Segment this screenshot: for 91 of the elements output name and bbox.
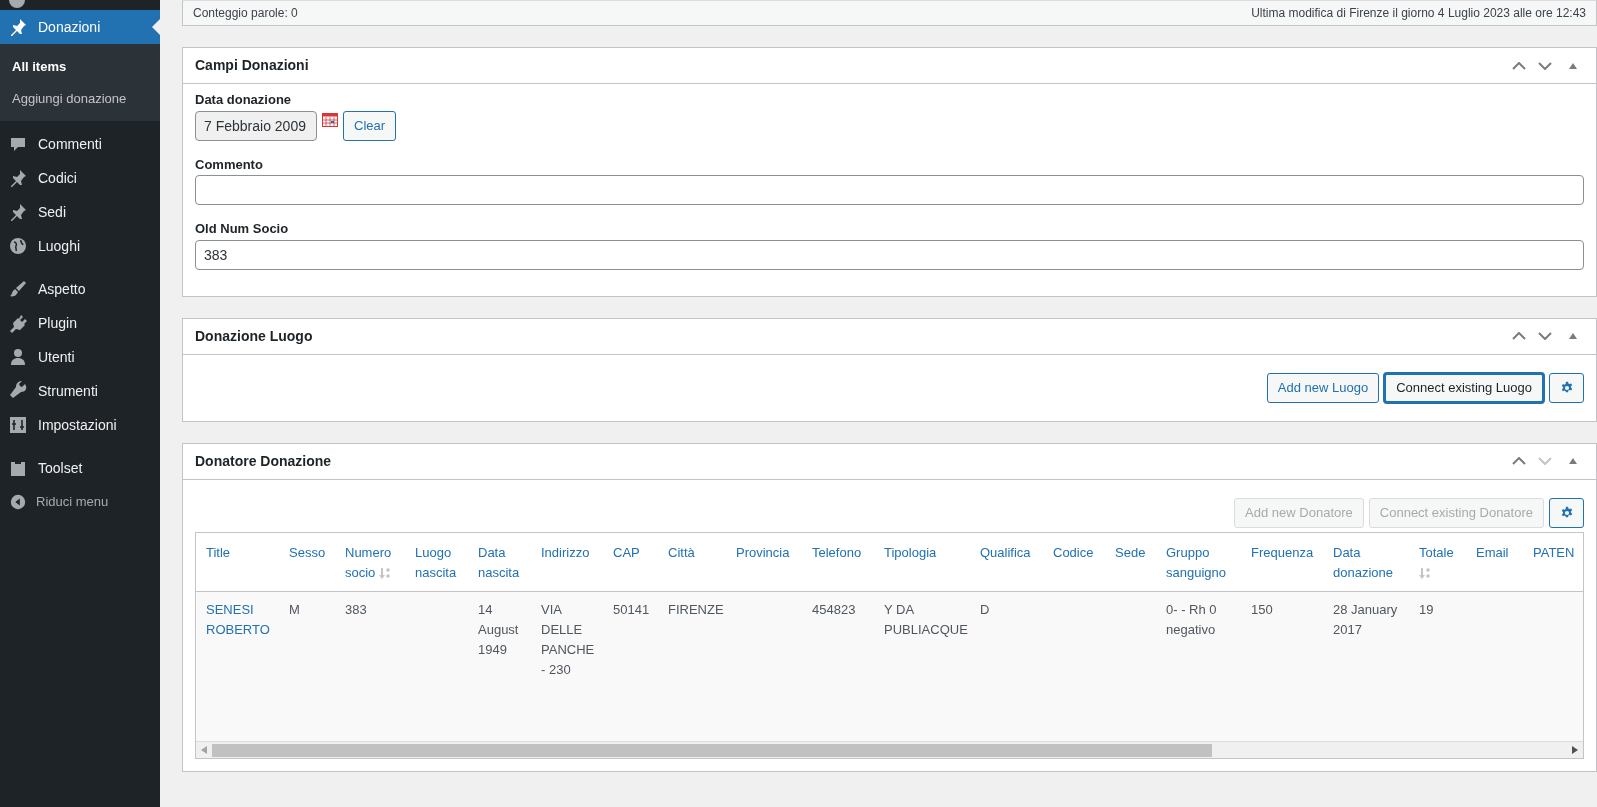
sidebar-item[interactable]: Plugin — [0, 306, 160, 340]
meta-box-title: Donatore Donazione — [195, 451, 333, 471]
column-header[interactable]: Gruppo sanguigno — [1156, 532, 1241, 591]
sidebar-item[interactable]: Utenti — [0, 340, 160, 374]
horizontal-scrollbar[interactable] — [196, 741, 1583, 758]
submenu-item[interactable]: Aggiungi donazione — [0, 82, 160, 114]
meta-box-title: Campi Donazioni — [195, 56, 310, 75]
title-link[interactable]: SENESI ROBERTO — [206, 599, 275, 640]
collapse-icon — [9, 493, 27, 511]
column-header[interactable]: Provincia — [726, 532, 802, 591]
plug-icon — [8, 313, 28, 333]
table-cell-text: 14 August 1949 — [478, 600, 520, 659]
table-cell-text: 19 — [1419, 600, 1435, 619]
sidebar-item[interactable]: Codici — [0, 161, 160, 195]
meta-box-title: Donazione Luogo — [195, 326, 314, 346]
pin-icon — [8, 17, 28, 37]
field-label: Old Num Socio — [195, 220, 290, 238]
sidebar-item[interactable]: Commenti — [0, 127, 160, 161]
collapse-menu-button[interactable]: Riduci menu — [0, 485, 160, 519]
column-header[interactable]: Sede — [1105, 532, 1156, 591]
text-field[interactable]: 383 — [195, 239, 1584, 270]
calendar-icon[interactable] — [322, 112, 338, 127]
column-header[interactable]: Sesso — [279, 532, 335, 591]
chevron-up-icon — [1512, 61, 1526, 70]
column-header[interactable]: Telefono — [802, 532, 874, 591]
sliders-icon — [8, 415, 28, 435]
triangle-up-icon — [1569, 458, 1577, 464]
column-header[interactable]: Data nascita — [468, 532, 531, 591]
table-cell-text: 28 January 2017 — [1333, 600, 1399, 639]
sidebar-item[interactable]: Luoghi — [0, 229, 160, 263]
action-button[interactable]: Connect existing Luogo — [1384, 372, 1544, 403]
scroll-right-icon[interactable] — [1572, 746, 1578, 754]
sidebar-item[interactable]: Sedi — [0, 195, 160, 229]
sidebar-item[interactable]: Impostazioni — [0, 408, 160, 442]
column-header[interactable]: Data donazione — [1323, 532, 1409, 591]
column-header[interactable]: Numero socio — [335, 532, 405, 591]
wrench-icon — [8, 381, 28, 401]
column-header[interactable]: Tipologia — [874, 532, 970, 591]
table-cell-text: VIA DELLE PANCHE - 230 — [541, 600, 596, 679]
settings-icon — [1559, 380, 1574, 395]
table-cell-text: 150 — [1251, 600, 1274, 619]
field-label: Data donazione — [195, 91, 293, 109]
sidebar-item[interactable]: Aspetto — [0, 272, 160, 306]
scrollbar-thumb[interactable] — [212, 743, 1212, 757]
settings-icon — [1559, 505, 1574, 520]
column-header[interactable]: Qualifica — [970, 532, 1043, 591]
triangle-up-icon — [1569, 62, 1577, 69]
user-icon — [8, 347, 28, 367]
submenu-item[interactable]: All items — [0, 51, 160, 83]
table-cell-text: FIRENZE — [668, 600, 722, 619]
sidebar-item[interactable]: Donazioni — [0, 10, 160, 44]
table-cell-text: 0- - Rh 0 negativo — [1166, 600, 1218, 639]
column-header[interactable]: PATEN — [1523, 532, 1583, 591]
column-header[interactable]: CAP — [603, 532, 658, 591]
chevron-down-icon — [1538, 457, 1552, 465]
table-cell-text: M — [289, 600, 301, 619]
scroll-left-icon[interactable] — [201, 746, 207, 754]
settings-button[interactable] — [1549, 372, 1584, 403]
last-modified-text: Ultima modifica di Firenze il giorno 4 Luglio 2023 alle ore 12:43 — [1251, 5, 1586, 22]
pin-icon — [8, 168, 28, 188]
chevron-down-icon — [1538, 332, 1552, 340]
column-header[interactable]: Città — [658, 532, 726, 591]
column-header[interactable]: Codice — [1043, 532, 1105, 591]
action-button[interactable]: Add new Luogo — [1266, 372, 1380, 403]
sidebar-item[interactable]: Toolset — [0, 451, 160, 485]
field-label: Commento — [195, 155, 264, 174]
table-cell-text: 454823 — [812, 600, 857, 619]
sidebar-item[interactable]: Strumenti — [0, 374, 160, 408]
clear-button[interactable]: Clear — [343, 110, 397, 141]
table-cell-text: 383 — [345, 600, 368, 619]
current-pointer — [152, 19, 160, 35]
column-header[interactable]: Luogo nascita — [405, 532, 468, 591]
column-header[interactable]: Email — [1466, 532, 1523, 591]
column-header[interactable]: Totale — [1409, 532, 1466, 591]
column-header[interactable]: Frequenza — [1241, 532, 1323, 591]
column-header[interactable]: Title — [196, 532, 279, 591]
date-field[interactable]: 7 Febbraio 2009 — [195, 110, 317, 141]
column-header[interactable]: Indirizzo — [531, 532, 603, 591]
table-cell-text: D — [980, 600, 991, 619]
globe-icon — [8, 236, 28, 256]
triangle-up-icon — [1569, 333, 1577, 339]
chevron-up-icon — [1512, 332, 1526, 340]
chevron-up-icon — [1512, 457, 1526, 465]
chevron-down-icon — [1538, 61, 1552, 70]
table-cell-text: Y DA PUBLIACQUE — [884, 600, 966, 639]
table-cell-text: 50141 — [613, 600, 651, 619]
pin-icon — [8, 202, 28, 222]
word-count: Conteggio parole: 0 — [193, 5, 298, 22]
text-field[interactable] — [195, 175, 1584, 205]
brush-icon — [8, 279, 28, 299]
settings-button[interactable] — [1549, 497, 1584, 528]
